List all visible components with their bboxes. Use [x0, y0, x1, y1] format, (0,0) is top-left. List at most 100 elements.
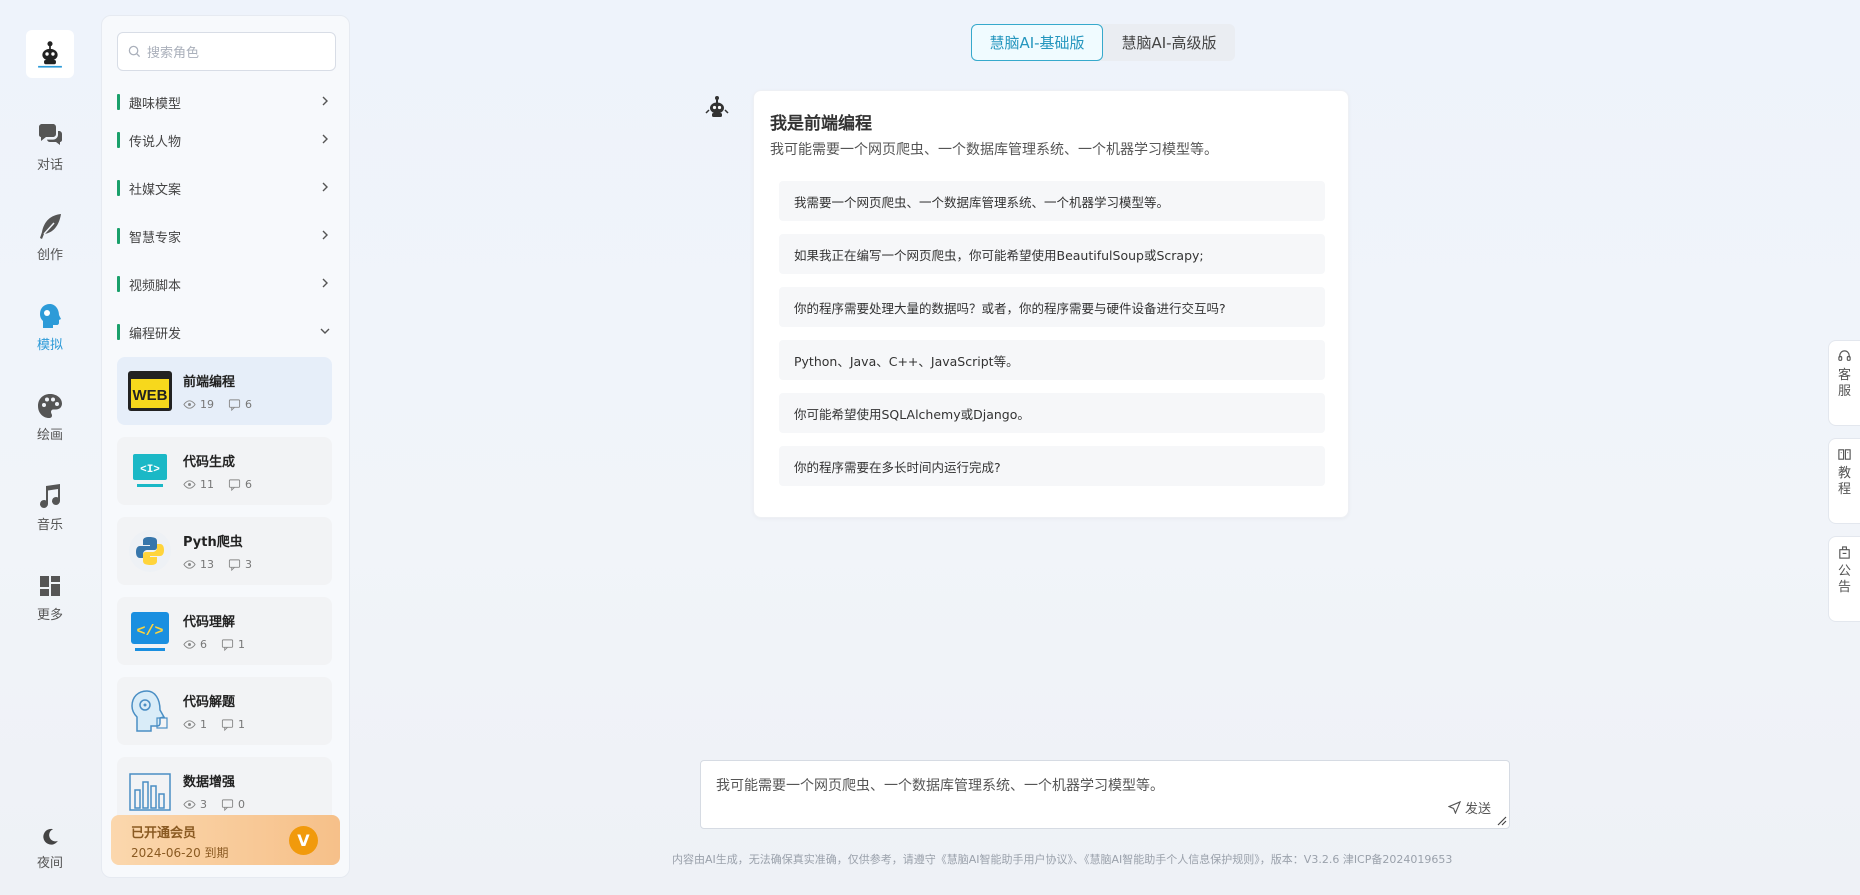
suggestion-item[interactable]: 你的程序需要处理大量的数据吗？或者，你的程序需要与硬件设备进行交互吗?: [779, 287, 1325, 327]
side-tab-label: 程: [1837, 482, 1851, 497]
chat-icon: [39, 124, 62, 145]
role-card-python-crawler[interactable]: Pyth爬虫 13 3: [117, 517, 332, 585]
svg-text:</>: </>: [136, 623, 163, 640]
card-views: 19: [200, 398, 214, 411]
vip-badge-icon: V: [289, 826, 318, 855]
side-tab-label: 教: [1837, 466, 1851, 481]
search-placeholder: 搜索角色: [147, 46, 200, 61]
role-card-code-solving[interactable]: 代码解题 1 1: [117, 677, 332, 745]
feather-icon: [40, 214, 61, 239]
send-button[interactable]: 发送: [1447, 798, 1491, 817]
role-card-frontend[interactable]: WEB 前端编程 19 6: [117, 357, 332, 425]
app-logo[interactable]: [26, 30, 74, 78]
membership-banner[interactable]: 已开通会员 2024-06-20 到期 V: [111, 815, 340, 865]
category-marker: [117, 94, 120, 110]
suggestion-item[interactable]: 如果我正在编写一个网页爬虫，你可能希望使用BeautifulSoup或Scrap…: [779, 234, 1325, 274]
side-tab-tutorial[interactable]: 教 程: [1828, 438, 1860, 524]
comment-icon: [228, 559, 241, 571]
chevron-down-icon: [320, 328, 330, 334]
card-title: 代码生成: [183, 455, 236, 470]
python-icon: [127, 528, 173, 574]
category-social-media[interactable]: 社媒文案: [117, 177, 336, 199]
card-comments: 3: [245, 558, 252, 571]
card-title: Pyth爬虫: [183, 535, 243, 550]
rail-item-paint[interactable]: 绘画: [0, 392, 100, 443]
views-icon: [183, 560, 196, 569]
welcome-message: 我是前端编程 我可能需要一个网页爬虫、一个数据库管理系统、一个机器学习模型等。 …: [753, 90, 1349, 518]
card-comments: 1: [238, 638, 245, 651]
category-marker: [117, 228, 120, 244]
rail-item-more[interactable]: 更多: [0, 572, 100, 623]
card-comments: 6: [245, 478, 252, 491]
category-fun-models[interactable]: 趣味模型: [117, 91, 336, 113]
code-monitor-icon: <I>: [127, 448, 173, 494]
send-icon: [1447, 801, 1461, 814]
left-rail: 对话 创作 模拟 绘画 音乐 更多 夜间: [0, 0, 100, 895]
tab-basic-version[interactable]: 慧脑AI-基础版: [971, 24, 1103, 61]
robot-logo-icon: [38, 41, 62, 68]
card-title: 数据增强: [183, 775, 236, 790]
category-video-script[interactable]: 视频脚本: [117, 273, 336, 295]
card-views: 6: [200, 638, 207, 651]
chat-input[interactable]: 我可能需要一个网页爬虫、一个数据库管理系统、一个机器学习模型等。 发送: [700, 760, 1510, 829]
resize-handle-icon[interactable]: [1497, 816, 1507, 826]
moon-icon: [43, 828, 58, 845]
notice-icon: [1839, 546, 1850, 559]
rail-item-simulate[interactable]: 模拟: [0, 302, 100, 353]
category-programming[interactable]: 编程研发: [117, 321, 336, 343]
suggestion-item[interactable]: 你可能希望使用SQLAlchemy或Django。: [779, 393, 1325, 433]
svg-text:WEB: WEB: [133, 387, 168, 404]
chevron-right-icon: [322, 182, 328, 192]
rail-item-create[interactable]: 创作: [0, 212, 100, 263]
card-title: 代码理解: [183, 615, 236, 630]
night-label: 夜间: [36, 856, 63, 871]
card-title: 代码解题: [183, 695, 236, 710]
suggestion-item[interactable]: Python、Java、C++、JavaScript等。: [779, 340, 1325, 380]
book-icon: [1838, 449, 1851, 460]
rail-label: 音乐: [36, 518, 63, 533]
category-marker: [117, 324, 120, 340]
card-views: 13: [200, 558, 214, 571]
card-title: 前端编程: [183, 375, 236, 390]
rail-label: 更多: [36, 608, 63, 623]
tab-advanced-version[interactable]: 慧脑AI-高级版: [1103, 24, 1235, 61]
role-search-input[interactable]: 搜索角色: [117, 32, 336, 71]
headset-icon: [1838, 350, 1851, 361]
category-legends[interactable]: 传说人物: [117, 129, 336, 151]
suggestion-item[interactable]: 我需要一个网页爬虫、一个数据库管理系统、一个机器学习模型等。: [779, 181, 1325, 221]
svg-text:<I>: <I>: [140, 464, 160, 476]
chat-input-text[interactable]: 我可能需要一个网页爬虫、一个数据库管理系统、一个机器学习模型等。: [716, 775, 1164, 795]
disclaimer-footer: 内容由AI生成，无法确保真实准确，仅供参考，请遵守《慧脑AI智能助手用户协议》、…: [672, 853, 1453, 866]
side-tab-customer-service[interactable]: 客 服: [1828, 340, 1860, 426]
comment-icon: [221, 799, 234, 811]
suggestion-item[interactable]: 你的程序需要在多长时间内运行完成?: [779, 446, 1325, 486]
views-icon: [183, 640, 196, 649]
rail-item-music[interactable]: 音乐: [0, 482, 100, 533]
rail-label: 创作: [36, 248, 63, 263]
comment-icon: [221, 719, 234, 731]
rail-label: 绘画: [36, 428, 63, 443]
night-mode-toggle[interactable]: 夜间: [0, 826, 100, 871]
bot-avatar-icon: [705, 96, 729, 117]
bar-chart-icon: [127, 768, 173, 814]
version-tabs: 慧脑AI-基础版 慧脑AI-高级版: [971, 24, 1235, 61]
role-description: 我可能需要一个网页爬虫、一个数据库管理系统、一个机器学习模型等。: [770, 142, 1218, 158]
grid-icon: [40, 576, 60, 596]
category-label: 编程研发: [129, 326, 182, 342]
web-icon: WEB: [127, 368, 173, 414]
category-marker: [117, 132, 120, 148]
role-card-code-understanding[interactable]: </> 代码理解 6 1: [117, 597, 332, 665]
rail-item-chat[interactable]: 对话: [0, 122, 100, 173]
category-experts[interactable]: 智慧专家: [117, 225, 336, 247]
role-card-code-gen[interactable]: <I> 代码生成 11 6: [117, 437, 332, 505]
chevron-right-icon: [322, 134, 328, 144]
side-tab-label: 公: [1837, 564, 1851, 579]
comment-icon: [221, 639, 234, 651]
send-label: 发送: [1464, 802, 1491, 817]
views-icon: [183, 800, 196, 809]
side-tab-notice[interactable]: 公 告: [1828, 536, 1860, 622]
chevron-right-icon: [322, 278, 328, 288]
category-marker: [117, 180, 120, 196]
card-comments: 1: [238, 718, 245, 731]
card-views: 1: [200, 718, 207, 731]
